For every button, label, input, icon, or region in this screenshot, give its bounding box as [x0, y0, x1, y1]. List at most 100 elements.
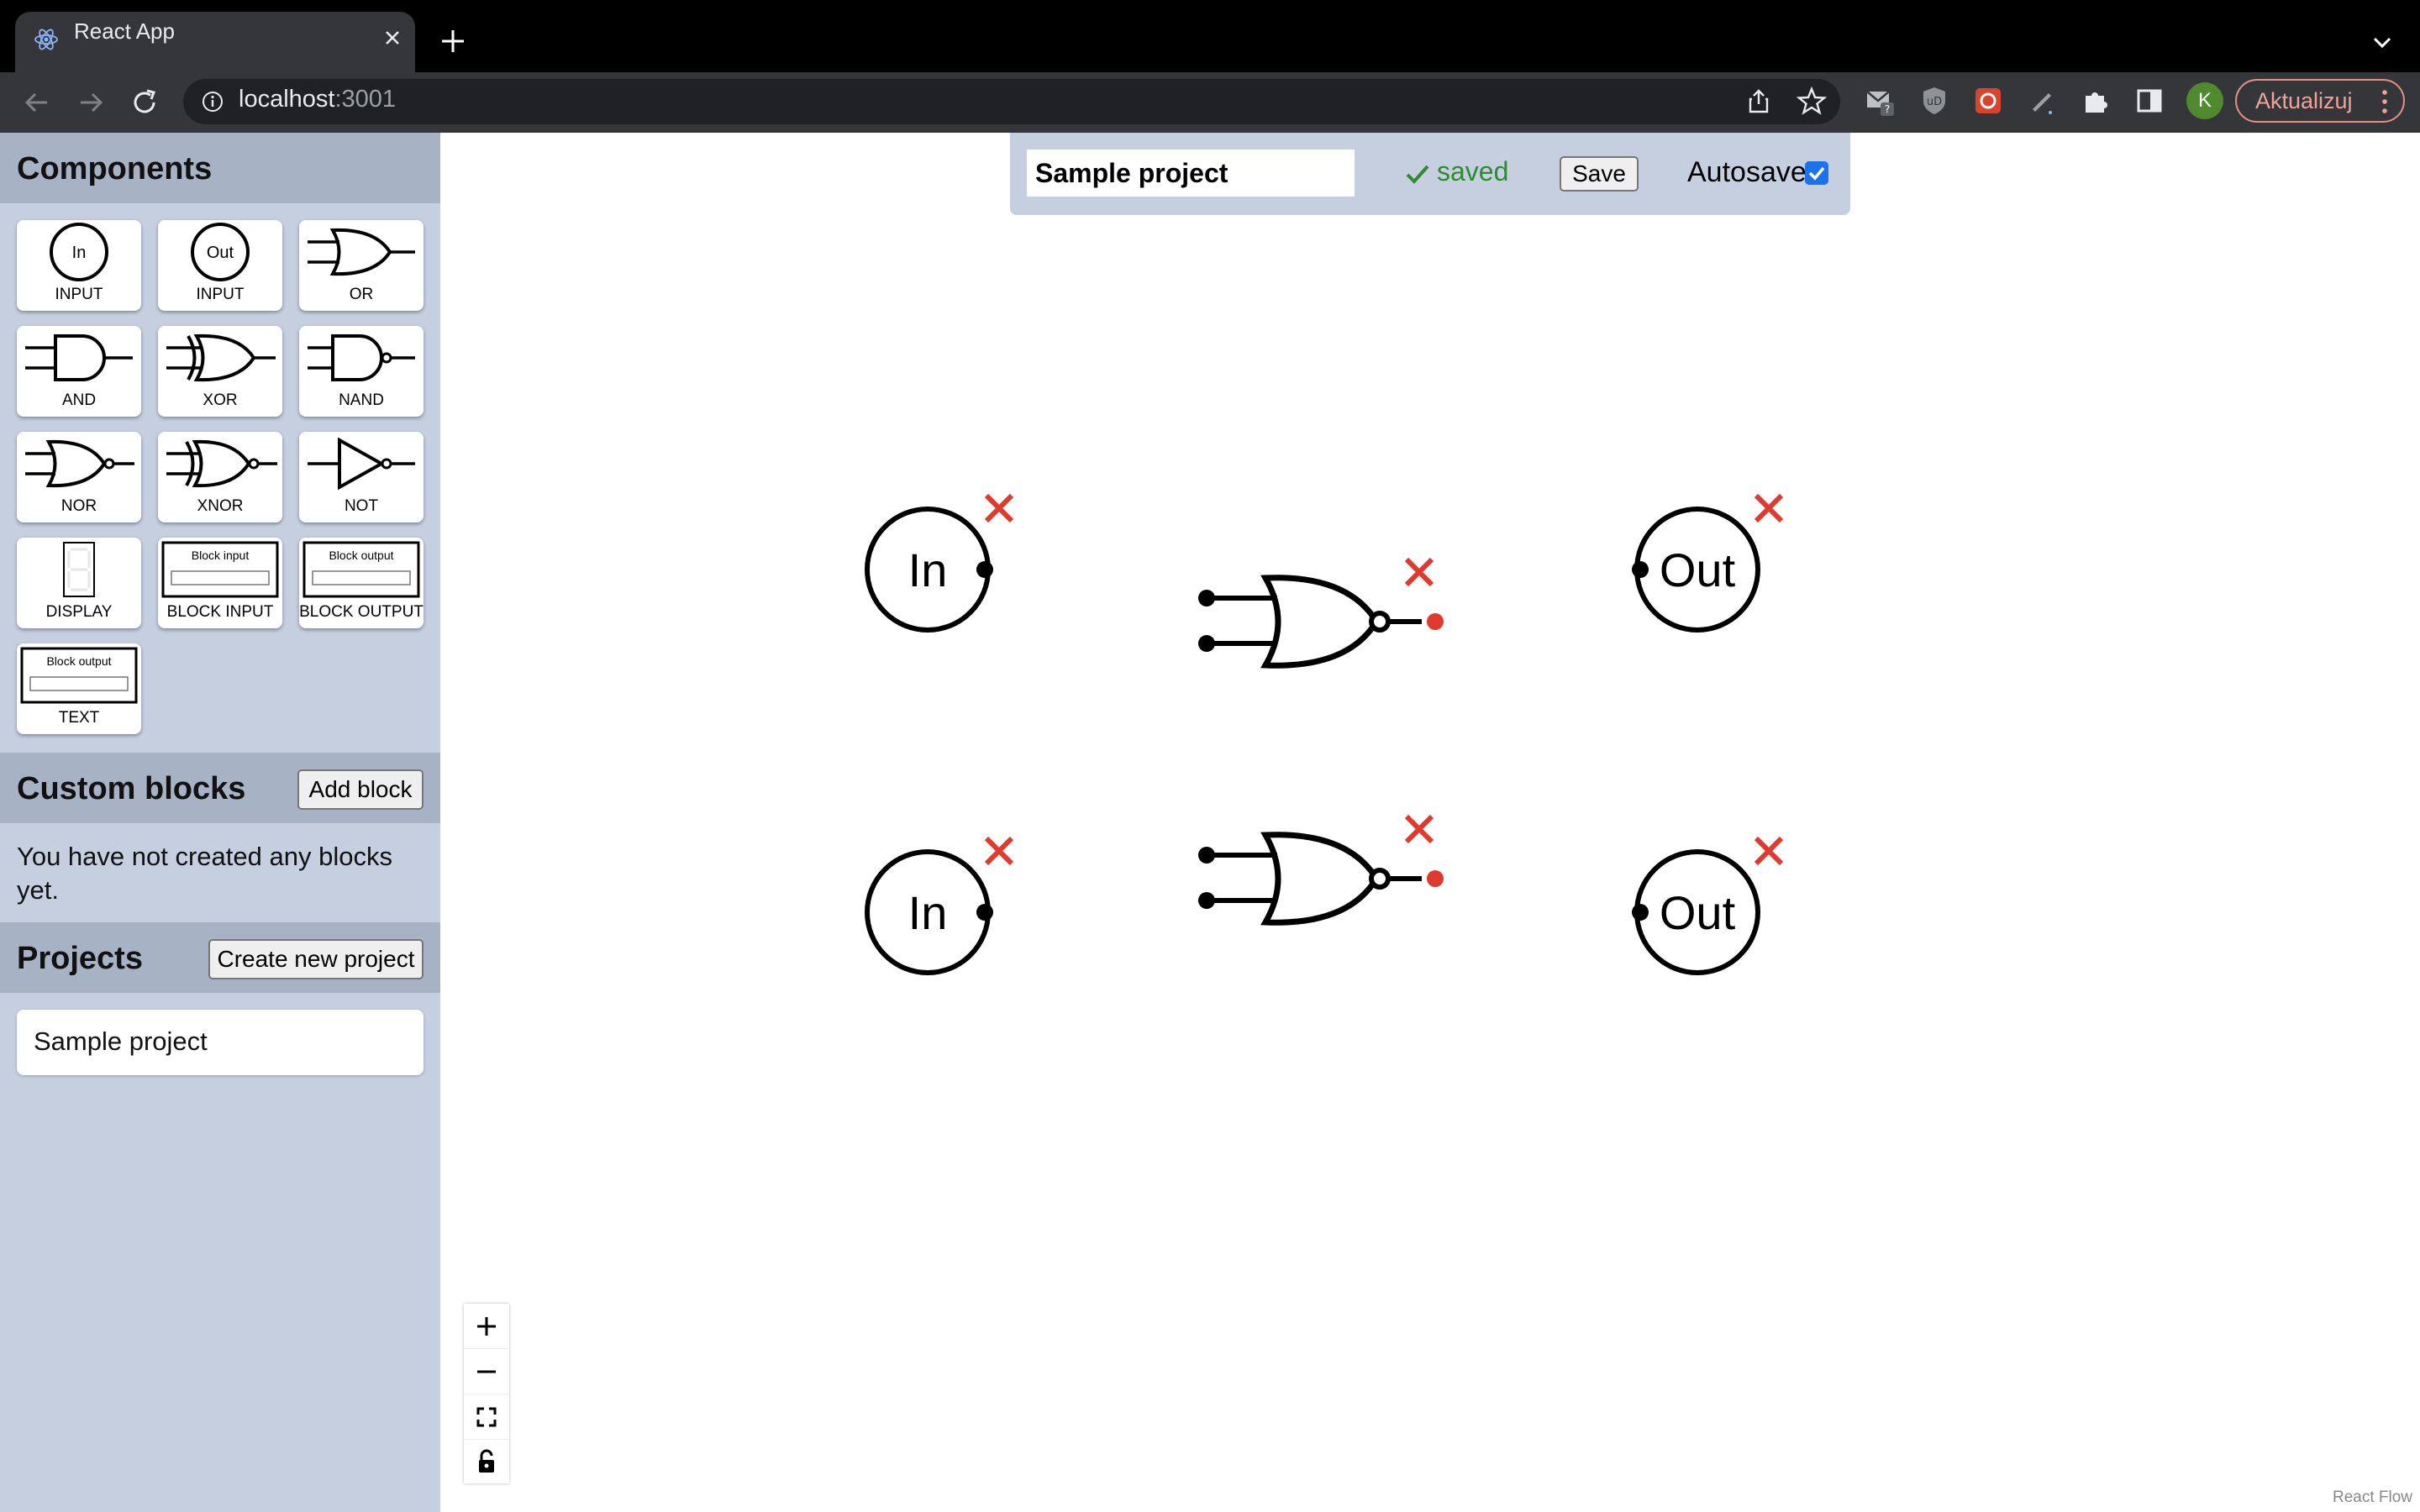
output-handle[interactable] — [976, 904, 993, 921]
delete-node-icon[interactable] — [1754, 493, 1784, 523]
component-label: XOR — [203, 391, 238, 409]
component-card-nand[interactable]: NAND — [299, 326, 424, 417]
input-handle[interactable] — [1198, 892, 1215, 909]
flow-controls — [464, 1304, 509, 1485]
components-header: Components — [0, 133, 440, 203]
delete-node-icon[interactable] — [1754, 836, 1784, 866]
close-tab-icon[interactable] — [380, 25, 405, 50]
react-flow-attribution[interactable]: React Flow — [2333, 1488, 2412, 1507]
autosave-label: Autosave — [1687, 156, 1807, 188]
reload-icon[interactable] — [129, 87, 160, 118]
more-menu-icon[interactable] — [2375, 87, 2395, 116]
delete-node-icon[interactable] — [984, 836, 1014, 866]
profile-avatar[interactable]: K — [2186, 82, 2223, 119]
delete-node-icon[interactable] — [984, 493, 1014, 523]
autosave-checkbox[interactable] — [1805, 161, 1828, 185]
site-info-icon[interactable] — [200, 89, 225, 114]
preview-text: Block output — [46, 654, 111, 668]
side-panel-icon[interactable] — [2133, 84, 2166, 118]
output-node[interactable]: Out — [1632, 507, 1760, 633]
project-name-input[interactable] — [1027, 150, 1355, 197]
component-label: NAND — [339, 391, 384, 409]
chevron-down-icon[interactable] — [2370, 30, 2395, 55]
project-name: Sample project — [34, 1026, 208, 1056]
component-label: AND — [61, 391, 97, 409]
output-node-label: Out — [1660, 543, 1736, 596]
input-handle[interactable] — [1198, 590, 1215, 606]
url-text[interactable]: localhost:3001 — [239, 86, 396, 113]
flow-canvas[interactable]: In Out In Out — [440, 133, 2420, 1512]
component-card-output[interactable]: Out INPUT — [158, 220, 282, 311]
input-handle[interactable] — [1198, 635, 1215, 652]
fit-view-icon[interactable] — [464, 1394, 509, 1440]
forward-arrow-icon[interactable] — [76, 87, 106, 118]
input-node-label: In — [908, 886, 948, 939]
output-handle[interactable] — [1427, 613, 1444, 630]
component-card-and[interactable]: AND — [17, 326, 141, 417]
component-card-block-output[interactable]: Block output BLOCK OUTPUT — [299, 538, 424, 628]
nor-gate-node[interactable] — [1198, 832, 1444, 926]
component-card-text[interactable]: Block output TEXT — [17, 643, 141, 734]
delete-node-icon[interactable] — [1404, 557, 1434, 587]
input-handle[interactable] — [1632, 561, 1649, 578]
bookmark-star-icon[interactable] — [1797, 86, 1827, 116]
component-label: BLOCK INPUT — [166, 603, 274, 621]
delete-node-icon[interactable] — [1404, 814, 1434, 844]
project-list-item[interactable]: Sample project — [17, 1010, 424, 1075]
component-label: BLOCK OUTPUT — [299, 603, 424, 621]
output-handle[interactable] — [976, 561, 993, 578]
custom-blocks-header: Custom blocks Add block — [0, 753, 440, 823]
zoom-out-icon[interactable] — [464, 1349, 509, 1394]
save-button[interactable]: Save — [1560, 156, 1639, 192]
component-label: NOR — [60, 497, 97, 515]
component-card-block-input[interactable]: Block input BLOCK INPUT — [158, 538, 282, 628]
flow-nodes-layer: In Out In Out — [865, 493, 1784, 975]
new-tab-icon[interactable] — [439, 27, 467, 55]
back-arrow-icon[interactable] — [22, 87, 52, 118]
mail-extension-icon[interactable]: ? — [1864, 84, 1897, 118]
input-node[interactable]: In — [865, 849, 993, 975]
preview-text: Block output — [329, 549, 393, 562]
component-label: INPUT — [55, 286, 103, 303]
preview-text: Block input — [192, 549, 250, 562]
component-card-xor[interactable]: XOR — [158, 326, 282, 417]
output-node-label: Out — [1660, 886, 1736, 939]
component-label: OR — [349, 286, 374, 303]
lock-icon[interactable] — [464, 1440, 509, 1485]
output-node[interactable]: Out — [1632, 849, 1760, 975]
projects-title: Projects — [17, 941, 143, 976]
input-node[interactable]: In — [865, 507, 993, 633]
input-handle[interactable] — [1198, 847, 1215, 864]
save-status: saved — [1437, 156, 1509, 186]
component-card-display[interactable]: DISPLAY — [17, 538, 141, 628]
nor-gate-node[interactable] — [1198, 575, 1444, 669]
component-card-xnor[interactable]: XNOR — [158, 432, 282, 522]
checkmark-icon — [1406, 165, 1429, 184]
component-card-nor[interactable]: NOR — [17, 432, 141, 522]
add-block-button[interactable]: Add block — [297, 769, 424, 810]
ublock-shield-icon[interactable]: uD — [1918, 84, 1951, 118]
component-label: NOT — [344, 497, 379, 515]
pen-extension-icon[interactable] — [2025, 84, 2059, 118]
sidebar: Components In INPUT Out INPUT OR AND XOR… — [0, 133, 440, 1512]
component-label: TEXT — [58, 709, 100, 727]
create-project-button[interactable]: Create new project — [208, 939, 424, 979]
url-host: localhost — [239, 86, 335, 113]
components-title: Components — [17, 151, 213, 186]
red-extension-icon[interactable] — [1971, 84, 2005, 118]
input-handle[interactable] — [1632, 904, 1649, 921]
component-label: DISPLAY — [45, 603, 113, 621]
component-card-input[interactable]: In INPUT — [17, 220, 141, 311]
custom-blocks-title: Custom blocks — [17, 771, 246, 806]
component-label: XNOR — [197, 497, 244, 515]
extensions-puzzle-icon[interactable] — [2079, 84, 2112, 118]
share-icon[interactable] — [1744, 87, 1773, 116]
zoom-in-icon[interactable] — [464, 1304, 509, 1349]
svg-text:uD: uD — [1927, 96, 1942, 108]
component-card-not[interactable]: NOT — [299, 432, 424, 522]
tab-title: React App — [74, 18, 175, 44]
svg-text:?: ? — [1885, 103, 1890, 115]
address-bar[interactable] — [183, 79, 1840, 124]
component-card-or[interactable]: OR — [299, 220, 424, 311]
output-handle[interactable] — [1427, 870, 1444, 887]
